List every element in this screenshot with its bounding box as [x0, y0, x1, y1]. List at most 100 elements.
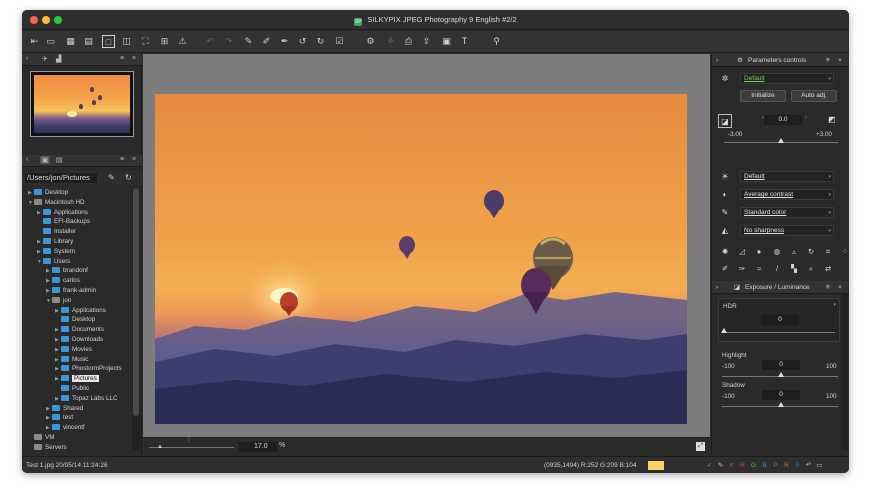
status-reject-icon[interactable]: ✕ — [727, 457, 736, 473]
scrollbar-thumb[interactable] — [133, 188, 139, 416]
vignette-icon[interactable]: ● — [754, 247, 764, 257]
preview-photo[interactable] — [155, 94, 687, 424]
toolbar-rotate-left-icon[interactable]: ↺ — [296, 35, 309, 48]
sharpness-icon[interactable]: ◭ — [720, 226, 730, 236]
status-settings-icon[interactable]: ▭ — [815, 457, 824, 473]
tree-item[interactable]: ▶ brandonf — [22, 266, 88, 276]
brush-tool-icon[interactable]: / — [772, 264, 782, 274]
status-color-p-icon[interactable]: P — [771, 457, 780, 473]
collapse-right-icon[interactable]: › — [716, 54, 718, 67]
dust-removal-icon[interactable]: ✐ — [720, 264, 730, 274]
toolbar-paste-param-icon[interactable]: ✐ — [260, 35, 273, 48]
fit-to-window-icon[interactable]: ⤢ — [696, 442, 705, 451]
tone-dropdown[interactable]: Average contrast ▾ — [740, 189, 834, 200]
fine-color-icon[interactable]: ◍ — [772, 247, 782, 257]
toolbar-fullscreen-icon[interactable]: ⛶ — [139, 35, 152, 48]
tree-item[interactable]: ▼ jon — [22, 296, 71, 306]
panel-menu-icon[interactable]: ≡ — [120, 55, 124, 62]
partial-correction-icon[interactable]: ⁘ — [840, 247, 849, 257]
tree-item[interactable]: ▶ System — [22, 247, 75, 257]
status-undo-icon[interactable]: ↶ — [804, 457, 813, 473]
refresh-icon[interactable]: ↻ — [125, 173, 132, 182]
toolbar-warning-icon[interactable]: ⚠ — [176, 35, 189, 48]
tree-item[interactable]: ▶ carlos — [22, 276, 80, 286]
exposure-icon[interactable]: ◪ — [718, 114, 732, 128]
auto-exposure-icon[interactable]: ◩ — [828, 115, 836, 124]
tree-item[interactable]: ▶ Shared — [22, 404, 83, 414]
tree-item[interactable]: Installer — [22, 227, 76, 237]
exposure-increment-icon[interactable]: › — [805, 115, 807, 121]
tree-item[interactable]: ▶ PhostormProjects — [22, 364, 122, 374]
white-balance-icon[interactable]: ☀ — [720, 172, 730, 182]
toolbar-back-icon[interactable]: ⇤ — [28, 35, 41, 48]
zoom-input[interactable]: 17.0 — [239, 442, 277, 452]
status-color-b2-icon[interactable]: B — [793, 457, 802, 473]
collapse-folder-icon[interactable]: ‹ — [26, 156, 28, 163]
toolbar-check-icon[interactable]: ☑ — [333, 35, 346, 48]
tree-item[interactable]: ▼ Macintosh HD — [22, 198, 85, 208]
tree-item[interactable]: ▶ Pictures — [22, 374, 99, 384]
toolbar-undo-icon[interactable]: ↶ — [204, 35, 217, 48]
panel-close-icon[interactable]: × — [838, 54, 842, 67]
toolbar-redo-icon[interactable]: ↷ — [222, 35, 235, 48]
list-tab-icon[interactable]: ▤ — [56, 156, 63, 164]
toolbar-search-icon[interactable]: ⚲ — [490, 35, 503, 48]
tree-item[interactable]: ▶ Applications — [22, 306, 106, 316]
highlight-slider-handle[interactable] — [778, 372, 784, 377]
perspective-icon[interactable]: ⌗ — [823, 247, 833, 257]
collapse-section-icon[interactable]: › — [716, 281, 718, 294]
tree-item[interactable]: Desktop — [22, 315, 95, 325]
exposure-value[interactable]: 0.0 — [764, 115, 802, 125]
shadow-value[interactable]: 0 — [762, 390, 800, 400]
flip-icon[interactable]: ⇄ — [823, 264, 833, 274]
tree-item[interactable]: ▶ test — [22, 413, 73, 423]
tree-item[interactable]: ▶ frank-admin — [22, 286, 96, 296]
crop-icon[interactable]: ⌕ — [806, 264, 816, 274]
parameters-scrollbar[interactable] — [842, 294, 848, 450]
initialize-button[interactable]: Initialize — [740, 90, 786, 102]
tree-item[interactable]: ▶ Library — [22, 237, 73, 247]
toolbar-text-icon[interactable]: T — [458, 35, 471, 48]
tree-item[interactable]: ▶ Topaz Labs LLC — [22, 394, 118, 404]
tree-item[interactable]: Public — [22, 384, 89, 394]
tree-item[interactable]: ▶ Music — [22, 355, 88, 365]
tree-item[interactable]: VM — [22, 433, 54, 443]
path-field[interactable]: /Users/jon/Pictures — [25, 173, 97, 183]
rotate-tool-icon[interactable]: ↻ — [806, 247, 816, 257]
color-dropdown[interactable]: Standard color ▾ — [740, 207, 834, 218]
fog-icon[interactable]: ≈ — [754, 264, 764, 274]
toolbar-filmstrip-icon[interactable]: ▤ — [82, 35, 95, 48]
panel-close-icon[interactable]: × — [132, 156, 136, 163]
toolbar-compare-icon[interactable]: ◫ — [120, 35, 133, 48]
pin-icon[interactable]: ✎ — [108, 173, 115, 182]
white-balance-dropdown[interactable]: Default ▾ — [740, 171, 834, 182]
toolbar-grid-overlay-icon[interactable]: ⊞ — [158, 35, 171, 48]
navigator-icon[interactable]: ✈ — [42, 55, 48, 63]
tree-item[interactable]: ▶ Movies — [22, 345, 92, 355]
eraser-icon[interactable]: ▚ — [789, 264, 799, 274]
tone-icon[interactable]: ◐ — [720, 190, 730, 200]
tree-item[interactable]: ▶ Documents — [22, 325, 104, 335]
tree-item[interactable]: ▶ Desktop — [22, 188, 68, 198]
status-check-icon[interactable]: ✓ — [705, 457, 714, 473]
color-dropper-icon[interactable]: ✎ — [720, 208, 730, 218]
folder-tab-icon[interactable]: ▣ — [40, 156, 50, 164]
tree-item[interactable]: ▶ Applications — [22, 208, 88, 218]
zoom-slider-handle[interactable]: ▲ — [157, 444, 163, 450]
toolbar-develop-icon[interactable]: ⚙ — [364, 35, 377, 48]
panel-close-icon[interactable]: × — [132, 55, 136, 62]
tree-item[interactable]: ▶ Downloads — [22, 335, 103, 345]
toolbar-export-icon[interactable]: ⇪ — [420, 35, 433, 48]
auto-adjust-button[interactable]: Auto adj. — [791, 90, 837, 102]
status-color-r-icon[interactable]: R — [738, 457, 747, 473]
tree-item[interactable]: ▶ vincentf — [22, 423, 85, 433]
toolbar-comment-icon[interactable]: ▭ — [44, 35, 57, 48]
toolbar-single-view-icon[interactable]: □ — [102, 35, 115, 48]
toolbar-print-icon[interactable]: ⎙ — [402, 35, 415, 48]
panel-menu-icon[interactable]: ≡ — [826, 281, 830, 294]
hdr-slider-handle[interactable] — [721, 328, 727, 333]
status-color-r2-icon[interactable]: R — [782, 457, 791, 473]
histogram-icon[interactable]: ▟ — [56, 55, 61, 63]
toolbar-rotate-right-icon[interactable]: ↻ — [314, 35, 327, 48]
noise-reduction-icon[interactable]: ✺ — [720, 247, 730, 257]
